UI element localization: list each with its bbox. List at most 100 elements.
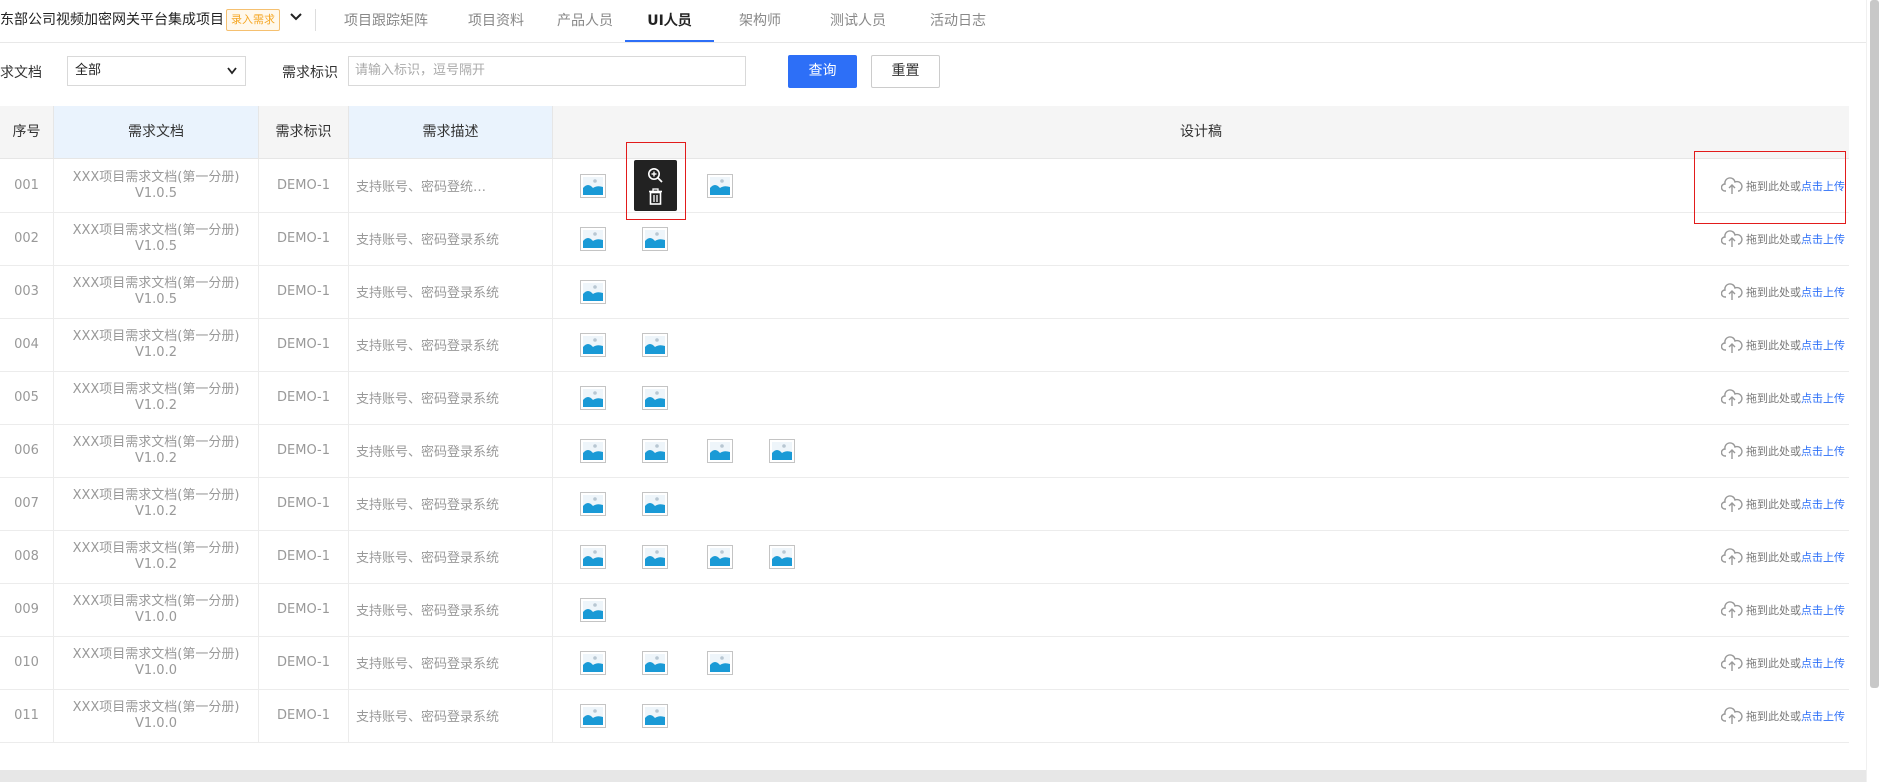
row-doc-version: V1.0.0 — [135, 662, 177, 678]
row-doc: XXX项目需求文档(第一分册) V1.0.0 — [54, 636, 259, 689]
image-icon[interactable] — [642, 704, 668, 728]
image-icon[interactable] — [580, 492, 606, 516]
trash-icon[interactable] — [648, 188, 663, 205]
image-icon[interactable] — [580, 174, 606, 198]
image-icon[interactable] — [707, 545, 733, 569]
upload-area[interactable]: 拖到此处或 点击上传 — [1721, 654, 1845, 672]
upload-area[interactable]: 拖到此处或 点击上传 — [1721, 283, 1845, 301]
upload-area[interactable]: 拖到此处或 点击上传 — [1721, 495, 1845, 513]
row-number: 008 — [0, 530, 54, 583]
horizontal-scrollbar[interactable] — [0, 770, 1866, 782]
reset-button[interactable]: 重置 — [871, 55, 940, 88]
table-row: 008 XXX项目需求文档(第一分册) V1.0.2 DEMO-1 支持账号、密… — [0, 530, 1849, 584]
upload-click-link[interactable]: 点击上传 — [1801, 337, 1845, 353]
upload-drag-text: 拖到此处或 — [1746, 551, 1801, 564]
vertical-scrollbar[interactable] — [1866, 0, 1882, 782]
upload-click-link[interactable]: 点击上传 — [1801, 602, 1845, 618]
image-icon[interactable] — [642, 439, 668, 463]
image-icon[interactable] — [642, 651, 668, 675]
tab-architect[interactable]: 架构师 — [720, 0, 800, 42]
table-row: 006 XXX项目需求文档(第一分册) V1.0.2 DEMO-1 支持账号、密… — [0, 424, 1849, 478]
image-icon[interactable] — [580, 333, 606, 357]
tab-activity-log[interactable]: 活动日志 — [912, 0, 1004, 42]
upload-click-link[interactable]: 点击上传 — [1801, 549, 1845, 565]
row-tag: DEMO-1 — [259, 265, 349, 318]
row-desc: 支持账号、密码登录系统 — [349, 636, 553, 689]
image-icon[interactable] — [580, 439, 606, 463]
image-icon[interactable] — [642, 545, 668, 569]
image-icon[interactable] — [642, 386, 668, 410]
image-icon[interactable] — [707, 439, 733, 463]
row-desc: 支持账号、密码登录系统 — [349, 477, 553, 530]
tab-tracking-matrix[interactable]: 项目跟踪矩阵 — [330, 0, 442, 42]
row-doc-title: XXX项目需求文档(第一分册) — [72, 434, 240, 450]
image-icon[interactable] — [580, 651, 606, 675]
image-icon[interactable] — [580, 598, 606, 622]
row-doc-title: XXX项目需求文档(第一分册) — [72, 169, 240, 185]
image-icon[interactable] — [642, 227, 668, 251]
cloud-upload-icon — [1721, 548, 1743, 565]
upload-click-link[interactable]: 点击上传 — [1801, 443, 1845, 459]
row-design: 拖到此处或 点击上传 — [553, 318, 1849, 371]
upload-click-link[interactable]: 点击上传 — [1801, 284, 1845, 300]
tag-filter-input[interactable]: 请输入标识，逗号隔开 — [348, 56, 746, 86]
row-design: 拖到此处或 点击上传 — [553, 159, 1849, 212]
row-design: 拖到此处或 点击上传 — [553, 530, 1849, 583]
image-icon[interactable] — [642, 492, 668, 516]
table-row: 003 XXX项目需求文档(第一分册) V1.0.5 DEMO-1 支持账号、密… — [0, 265, 1849, 319]
upload-area[interactable]: 拖到此处或 点击上传 — [1721, 336, 1845, 354]
upload-area[interactable]: 拖到此处或 点击上传 — [1721, 548, 1845, 566]
image-icon[interactable] — [642, 333, 668, 357]
upload-area[interactable]: 拖到此处或 点击上传 — [1721, 442, 1845, 460]
project-title: 东部公司视频加密网关平台集成项目 — [0, 12, 224, 28]
cloud-upload-icon — [1721, 283, 1743, 300]
table-row: 011 XXX项目需求文档(第一分册) V1.0.0 DEMO-1 支持账号、密… — [0, 689, 1849, 743]
image-icon[interactable] — [580, 386, 606, 410]
row-doc-title: XXX项目需求文档(第一分册) — [72, 222, 240, 238]
tab-product-staff[interactable]: 产品人员 — [545, 0, 625, 42]
doc-filter-select[interactable]: 全部 — [67, 56, 246, 86]
image-icon[interactable] — [580, 227, 606, 251]
row-tag: DEMO-1 — [259, 212, 349, 265]
row-design: 拖到此处或 点击上传 — [553, 424, 1849, 477]
row-design: 拖到此处或 点击上传 — [553, 636, 1849, 689]
row-number: 001 — [0, 159, 54, 212]
image-icon[interactable] — [769, 545, 795, 569]
upload-area[interactable]: 拖到此处或 点击上传 — [1721, 707, 1845, 725]
row-desc: 支持账号、密码登录系统 — [349, 318, 553, 371]
tab-project-docs[interactable]: 项目资料 — [452, 0, 540, 42]
record-requirement-badge[interactable]: 录入需求 — [226, 9, 280, 31]
chevron-down-icon[interactable] — [290, 12, 302, 22]
upload-click-link[interactable]: 点击上传 — [1801, 390, 1845, 406]
table-row: 005 XXX项目需求文档(第一分册) V1.0.2 DEMO-1 支持账号、密… — [0, 371, 1849, 425]
image-icon[interactable] — [580, 704, 606, 728]
zoom-in-icon[interactable] — [647, 167, 664, 184]
row-doc-version: V1.0.2 — [135, 344, 177, 360]
upload-click-link[interactable]: 点击上传 — [1801, 655, 1845, 671]
upload-area[interactable]: 拖到此处或 点击上传 — [1721, 389, 1845, 407]
query-button[interactable]: 查询 — [788, 55, 857, 88]
row-doc: XXX项目需求文档(第一分册) V1.0.0 — [54, 583, 259, 636]
image-icon[interactable] — [707, 651, 733, 675]
row-tag: DEMO-1 — [259, 159, 349, 212]
upload-area[interactable]: 拖到此处或 点击上传 — [1721, 601, 1845, 619]
image-icon[interactable] — [769, 439, 795, 463]
upload-click-link[interactable]: 点击上传 — [1801, 231, 1845, 247]
scrollbar-thumb[interactable] — [1870, 0, 1879, 688]
upload-click-link[interactable]: 点击上传 — [1801, 496, 1845, 512]
row-doc: XXX项目需求文档(第一分册) V1.0.2 — [54, 477, 259, 530]
image-icon[interactable] — [707, 174, 733, 198]
row-desc: 支持账号、密码登录系统 — [349, 265, 553, 318]
tab-testers[interactable]: 测试人员 — [812, 0, 904, 42]
image-icon[interactable] — [580, 280, 606, 304]
image-icon[interactable] — [580, 545, 606, 569]
chevron-down-icon — [227, 67, 237, 75]
upload-click-link[interactable]: 点击上传 — [1801, 178, 1845, 194]
upload-click-link[interactable]: 点击上传 — [1801, 708, 1845, 724]
tab-ui-staff[interactable]: UI人员 — [625, 0, 714, 42]
upload-drag-text: 拖到此处或 — [1746, 710, 1801, 723]
upload-area[interactable]: 拖到此处或 点击上传 — [1721, 177, 1845, 195]
row-tag: DEMO-1 — [259, 636, 349, 689]
upload-drag-text: 拖到此处或 — [1746, 445, 1801, 458]
upload-area[interactable]: 拖到此处或 点击上传 — [1721, 230, 1845, 248]
